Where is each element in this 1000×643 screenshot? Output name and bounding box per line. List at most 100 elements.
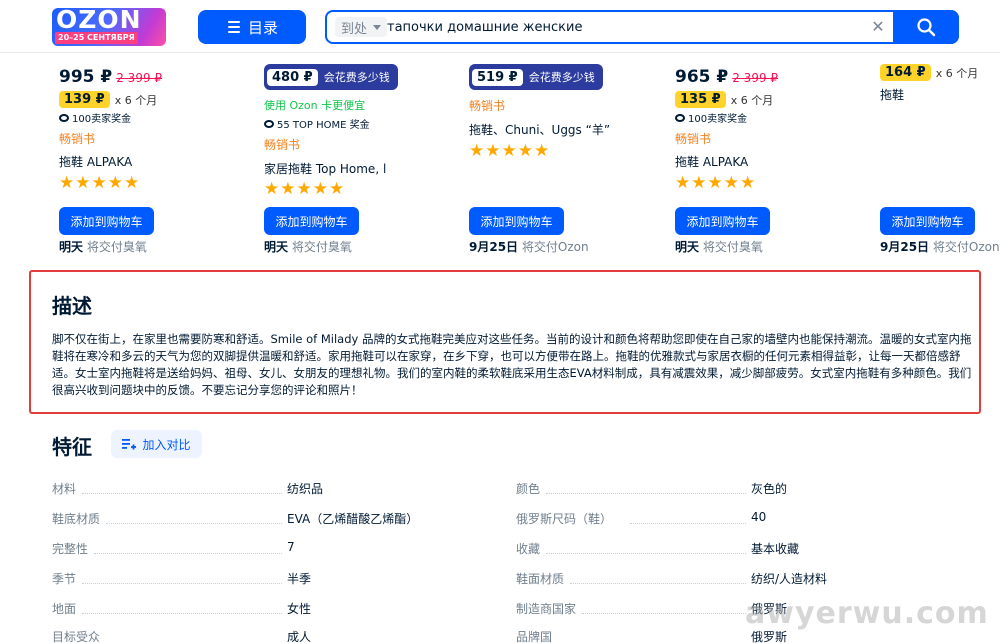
bonus-text: 100卖家奖金 (72, 114, 132, 125)
rating-stars: ★ ★ ★ ★ ★ (469, 143, 549, 160)
star-icon: ★ (723, 173, 739, 193)
bonus-text: 100卖家奖金 (688, 114, 748, 125)
spec-divider (94, 553, 282, 554)
delivery-day: 9月25日 (469, 240, 519, 254)
rating-stars: ★ ★ ★ ★ ★ (675, 175, 755, 192)
rating-stars: ★ ★ ★ ★ ★ (59, 175, 139, 192)
add-to-cart-button[interactable]: 添加到购物车 (880, 207, 975, 235)
spec-label: 制造商国家 (516, 602, 577, 616)
ozon-logo[interactable]: OZON 20–25 СЕНТЯБРЯ (52, 8, 166, 46)
star-icon: ★ (280, 179, 296, 199)
spec-label: 季节 (52, 572, 77, 586)
catalog-button[interactable]: 目录 (198, 10, 306, 44)
bonus-icon (264, 119, 274, 128)
delivery-day: 明天 (264, 240, 289, 254)
spec-divider (106, 523, 282, 524)
add-to-cart-button[interactable]: 添加到购物车 (264, 207, 359, 235)
spec-label: 俄罗斯尺码（鞋） (516, 512, 613, 526)
star-icon: ★ (740, 173, 756, 193)
spec-label: 品牌国 (516, 630, 553, 643)
product-name[interactable]: 家居拖鞋 Top Home, l (264, 160, 386, 177)
card-price: 480 ₽ (267, 68, 318, 86)
spec-label: 鞋底材质 (52, 512, 101, 526)
spec-label: 收藏 (516, 542, 541, 556)
delivery-info: 明天 将交付臭氧 (675, 238, 763, 255)
spec-divider (546, 553, 746, 554)
add-to-cart-button[interactable]: 添加到购物车 (59, 207, 154, 235)
bonus-icon (675, 113, 685, 122)
catalog-label: 目录 (247, 18, 278, 37)
product-old-price: 2 399 ₽ (116, 71, 163, 85)
star-icon: ★ (296, 179, 312, 199)
star-icon: ★ (124, 173, 140, 193)
spec-divider (82, 613, 282, 614)
delivery-info: 明天 将交付臭氧 (59, 238, 147, 255)
product-name[interactable]: 拖鞋 ALPAKA (675, 153, 748, 170)
product-name[interactable]: 拖鞋 ALPAKA (59, 153, 132, 170)
delivery-text: 将交付臭氧 (702, 240, 763, 254)
product-price: 965 ₽ (675, 67, 729, 87)
spec-value: EVA（乙烯醋酸乙烯酯） (287, 512, 419, 526)
search-scope-select[interactable]: 到处 (335, 17, 388, 37)
product-price: 995 ₽ (59, 67, 113, 87)
spec-label: 鞋面材质 (516, 572, 565, 586)
spec-label: 地面 (52, 602, 77, 616)
star-icon: ★ (264, 179, 280, 199)
search-scope-label: 到处 (341, 21, 368, 37)
menu-icon (226, 21, 240, 33)
star-icon: ★ (485, 141, 501, 161)
product-name[interactable]: 拖鞋 (880, 86, 904, 103)
search-input[interactable] (387, 17, 857, 37)
delivery-info: 9月25日 将交付Ozon (469, 238, 589, 255)
product-name[interactable]: 拖鞋、Chuni、Uggs “羊” (469, 121, 610, 138)
spec-divider (82, 493, 282, 494)
bestseller-label: 畅销书 (469, 99, 506, 113)
delivery-day: 明天 (675, 240, 700, 254)
site-watermark: awyerwu.com (745, 596, 989, 631)
spec-divider (630, 523, 746, 524)
star-icon: ★ (675, 173, 691, 193)
star-icon: ★ (59, 173, 75, 193)
installment-text: x 6 个月 (730, 93, 774, 107)
star-icon: ★ (534, 141, 550, 161)
spec-value: 基本收藏 (751, 542, 800, 556)
add-to-cart-button[interactable]: 添加到购物车 (675, 207, 770, 235)
spec-value: 女性 (287, 602, 312, 616)
delivery-day: 明天 (59, 240, 84, 254)
star-icon: ★ (707, 173, 723, 193)
add-to-cart-button[interactable]: 添加到购物车 (469, 207, 564, 235)
delivery-info: 明天 将交付臭氧 (264, 238, 352, 255)
spec-value: 40 (751, 510, 767, 524)
specs-title: 特征 (52, 435, 92, 459)
logo-text: OZON (56, 8, 142, 34)
star-icon: ★ (517, 141, 533, 161)
spec-divider (570, 583, 746, 584)
logo-date: 20–25 СЕНТЯБРЯ (55, 32, 138, 44)
clear-icon[interactable]: ✕ (869, 18, 887, 36)
spec-label: 材料 (52, 482, 77, 496)
star-icon: ★ (107, 173, 123, 193)
star-icon: ★ (469, 141, 485, 161)
bonus-text: 55 TOP HOME 奖金 (277, 120, 370, 131)
installment-badge: 135 ₽ (675, 91, 726, 108)
product-old-price: 2 399 ₽ (732, 71, 779, 85)
compare-icon (122, 439, 137, 450)
spec-value: 纺织/人造材料 (751, 572, 828, 586)
delivery-text: 将交付臭氧 (86, 240, 147, 254)
spec-label: 目标受众 (52, 630, 101, 643)
add-to-compare-button[interactable]: 加入对比 (111, 430, 202, 458)
spec-value: 纺织品 (287, 482, 324, 496)
description-title: 描述 (52, 294, 92, 318)
spec-value: 7 (287, 540, 295, 554)
delivery-day: 9月25日 (880, 240, 930, 254)
spec-value: 成人 (287, 630, 312, 643)
card-price-text: 会花费多少钱 (323, 71, 390, 84)
installment-text: x 6 个月 (935, 66, 979, 80)
spec-divider (82, 583, 282, 584)
spec-label: 颜色 (516, 482, 541, 496)
installment-text: x 6 个月 (114, 93, 158, 107)
spec-value: 半季 (287, 572, 312, 586)
search-button[interactable] (893, 10, 959, 44)
card-price-text: 会花费多少钱 (528, 71, 595, 84)
top-header: OZON 20–25 СЕНТЯБРЯ 目录 到处 ✕ (0, 0, 1000, 53)
